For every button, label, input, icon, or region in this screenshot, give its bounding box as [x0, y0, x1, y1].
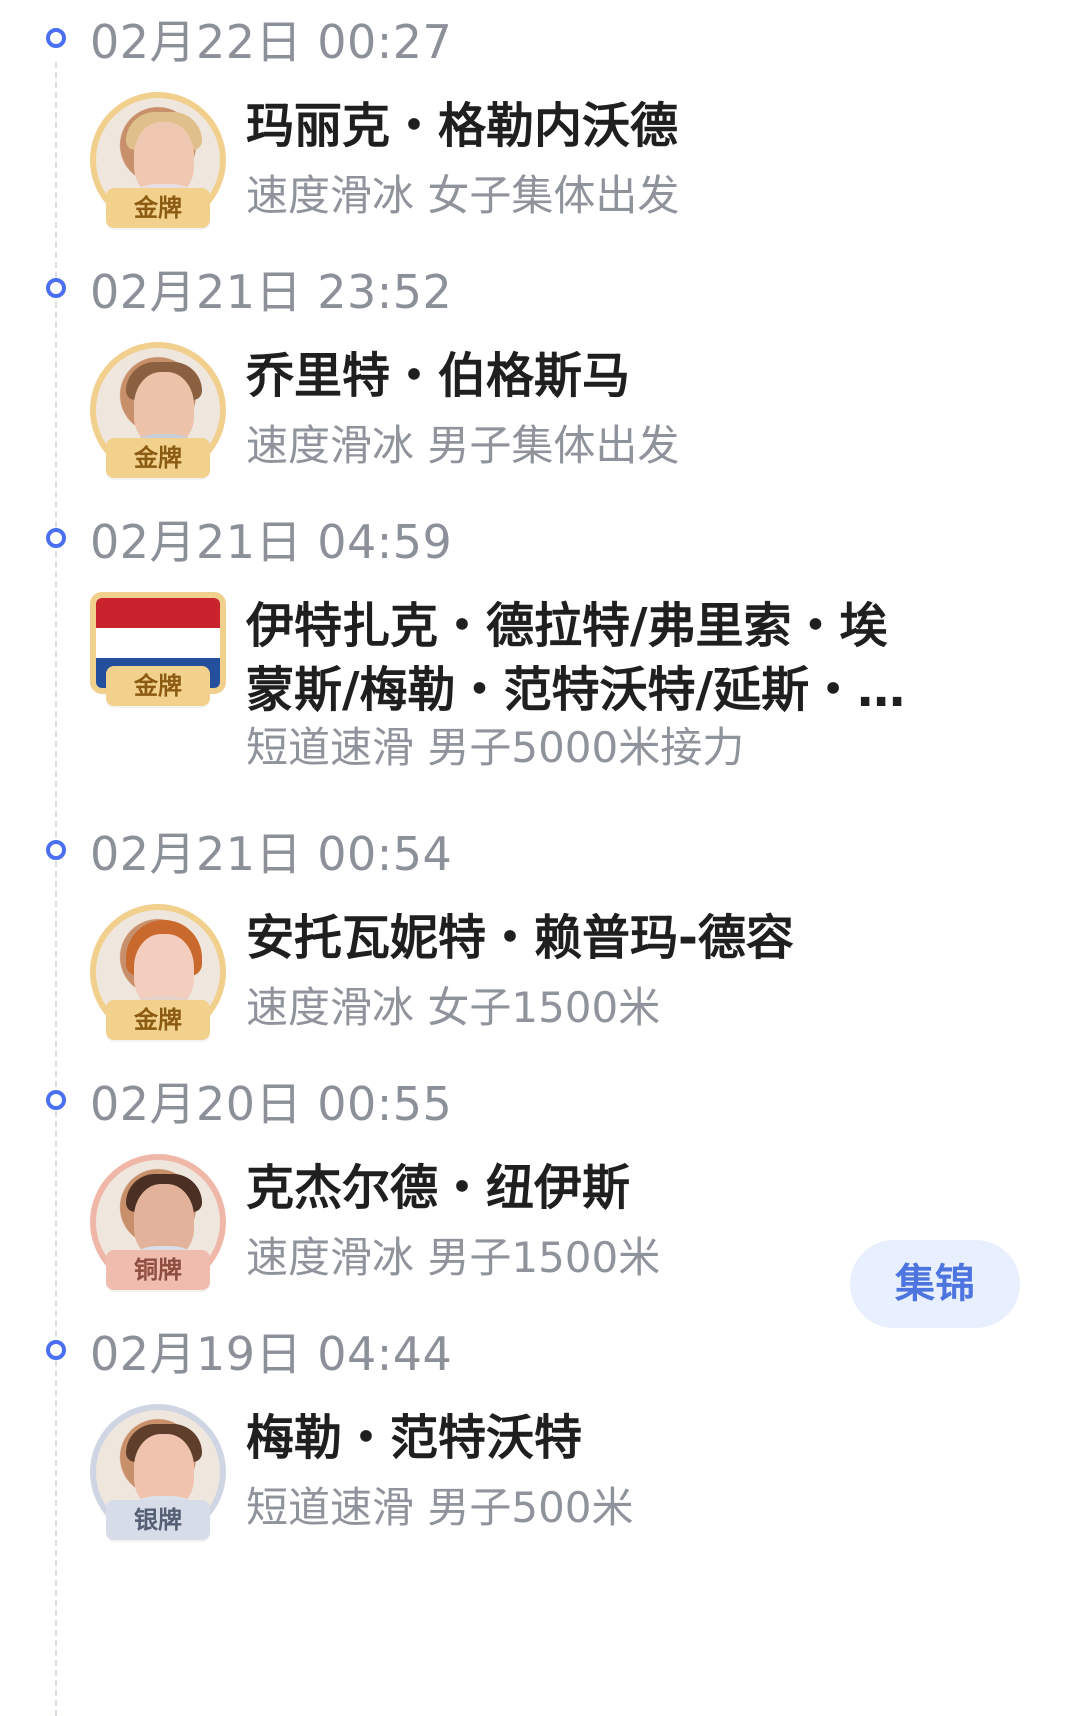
event-name: 短道速滑 男子500米 — [246, 1483, 634, 1532]
event-name: 速度滑冰 女子集体出发 — [246, 171, 680, 220]
event-name: 速度滑冰 男子集体出发 — [246, 421, 680, 470]
medal-badge: 金牌 — [106, 188, 210, 228]
timeline-dot — [46, 1340, 66, 1360]
entry-time: 02月22日 00:27 — [90, 15, 453, 69]
entry-time: 02月19日 04:44 — [90, 1327, 453, 1381]
athlete-name: 乔里特・伯格斯马 — [246, 348, 631, 404]
athlete-name: 安托瓦妮特・赖普玛-德容 — [246, 910, 794, 966]
timeline-dot — [46, 28, 66, 48]
entry-time: 02月21日 04:59 — [90, 515, 453, 569]
athlete-name: 玛丽克・格勒内沃德 — [246, 98, 679, 154]
entry-time: 02月21日 00:54 — [90, 827, 453, 881]
entry-time: 02月20日 00:55 — [90, 1077, 453, 1131]
entry-time: 02月21日 23:52 — [90, 265, 453, 319]
event-name: 速度滑冰 男子1500米 — [246, 1233, 661, 1282]
timeline-line — [55, 62, 57, 1716]
medal-badge: 金牌 — [106, 666, 210, 706]
timeline-dot — [46, 278, 66, 298]
athlete-avatar: 铜牌 — [90, 1154, 226, 1290]
event-name: 短道速滑 男子5000米接力 — [246, 723, 745, 772]
timeline-dot — [46, 1090, 66, 1110]
team-name: 伊特扎克・德拉特/弗里索・埃 蒙斯/梅勒・范特沃特/延斯・… — [246, 598, 906, 718]
athlete-name: 克杰尔德・纽伊斯 — [246, 1160, 631, 1216]
medal-badge: 金牌 — [106, 1000, 210, 1040]
medal-badge: 铜牌 — [106, 1250, 210, 1290]
timeline-dot — [46, 840, 66, 860]
medal-badge: 银牌 — [106, 1500, 210, 1540]
event-name: 速度滑冰 女子1500米 — [246, 983, 661, 1032]
timeline-dot — [46, 528, 66, 548]
athlete-avatar: 金牌 — [90, 342, 226, 478]
team-avatar: 金牌 — [90, 592, 226, 728]
athlete-avatar: 金牌 — [90, 904, 226, 1040]
highlights-button[interactable]: 集锦 — [850, 1240, 1020, 1328]
athlete-avatar: 金牌 — [90, 92, 226, 228]
medal-badge: 金牌 — [106, 438, 210, 478]
athlete-avatar: 银牌 — [90, 1404, 226, 1540]
athlete-name: 梅勒・范特沃特 — [246, 1410, 583, 1466]
